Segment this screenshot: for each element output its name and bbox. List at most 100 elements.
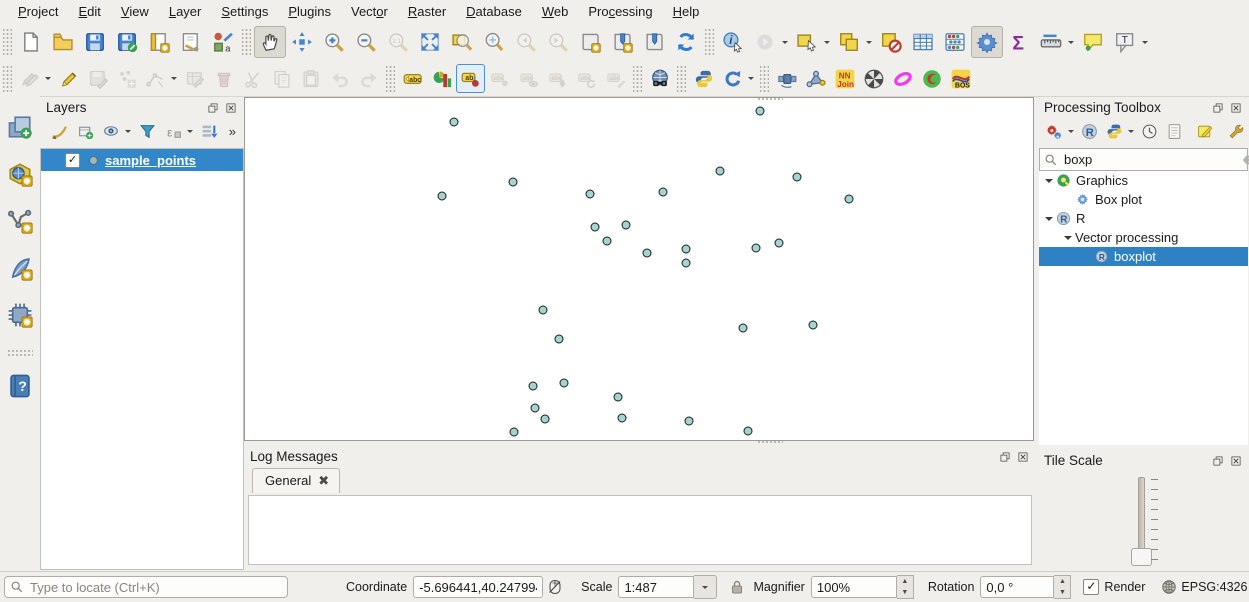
lock-scale-icon[interactable] bbox=[727, 577, 747, 597]
rotation-input[interactable] bbox=[980, 576, 1054, 598]
tree-item-boxplot[interactable]: Rboxplot bbox=[1039, 247, 1248, 266]
tree-item-r[interactable]: RR bbox=[1039, 209, 1248, 228]
current-edits-dropdown-arrow[interactable] bbox=[45, 77, 51, 83]
processing-toolbox-button[interactable] bbox=[971, 26, 1003, 58]
python-scripts-button[interactable] bbox=[1102, 119, 1127, 143]
python-console-button[interactable] bbox=[689, 64, 718, 93]
menu-settings[interactable]: Settings bbox=[211, 2, 278, 21]
menu-database[interactable]: Database bbox=[456, 2, 532, 21]
menu-raster[interactable]: Raster bbox=[398, 2, 456, 21]
pan-to-selection-button[interactable] bbox=[286, 26, 318, 58]
bos-plugin-button[interactable]: BOS bbox=[946, 64, 975, 93]
refresh-button[interactable] bbox=[670, 26, 702, 58]
zoom-out-button[interactable] bbox=[350, 26, 382, 58]
close-panel-icon[interactable] bbox=[1229, 454, 1243, 468]
concave-hull-button[interactable] bbox=[917, 64, 946, 93]
coordinate-input[interactable] bbox=[413, 576, 543, 598]
float-panel-icon[interactable] bbox=[1211, 101, 1225, 115]
expand-collapse-button[interactable] bbox=[196, 119, 222, 143]
edit-inplace-button[interactable] bbox=[1193, 119, 1218, 143]
layer-name[interactable]: sample_points bbox=[105, 153, 196, 168]
bookmark-panel-button[interactable] bbox=[638, 26, 670, 58]
layer-item-sample-points[interactable]: ✓ sample_points bbox=[41, 149, 243, 171]
manage-map-themes-dropdown-arrow[interactable] bbox=[125, 130, 131, 136]
topology-checker-button[interactable] bbox=[801, 64, 830, 93]
statistics-button[interactable]: Σ bbox=[1003, 26, 1035, 58]
text-annotation-button[interactable]: T bbox=[1109, 26, 1141, 58]
expand-arrow-icon[interactable] bbox=[1064, 236, 1072, 244]
processing-models-dropdown-arrow[interactable] bbox=[1068, 130, 1074, 136]
new-geopackage-layer-button[interactable] bbox=[3, 157, 37, 191]
r-provider-button[interactable]: R bbox=[1077, 119, 1102, 143]
tile-scale-slider-handle[interactable] bbox=[1131, 548, 1152, 566]
menu-layer[interactable]: Layer bbox=[159, 2, 212, 21]
toolbar-overflow-chevron[interactable]: » bbox=[229, 124, 240, 139]
ellipse-plugin-button[interactable] bbox=[888, 64, 917, 93]
magnifier-spinner[interactable]: ▲▼ bbox=[897, 575, 914, 599]
rose-diagram-button[interactable] bbox=[859, 64, 888, 93]
zoom-full-button[interactable] bbox=[414, 26, 446, 58]
menu-plugins[interactable]: Plugins bbox=[278, 2, 341, 21]
tab-general[interactable]: General ✖ bbox=[252, 468, 340, 493]
scale-dropdown-button[interactable] bbox=[694, 575, 717, 599]
layout-manager-button[interactable] bbox=[175, 26, 207, 58]
filter-expression-dropdown-arrow[interactable] bbox=[187, 130, 193, 136]
locator-input[interactable] bbox=[28, 579, 282, 596]
nn-join-button[interactable]: NNJoin bbox=[830, 64, 859, 93]
menu-web[interactable]: Web bbox=[532, 2, 579, 21]
measure-dropdown-arrow[interactable] bbox=[1068, 41, 1074, 47]
zoom-to-selection-button[interactable] bbox=[446, 26, 478, 58]
add-group-button[interactable] bbox=[72, 119, 98, 143]
menu-project[interactable]: Project bbox=[8, 2, 68, 21]
rotation-spinner[interactable]: ▲▼ bbox=[1054, 575, 1071, 599]
map-canvas[interactable] bbox=[244, 97, 1034, 441]
pin-labels-button[interactable]: ab bbox=[456, 64, 485, 93]
options-wrench-button[interactable] bbox=[1224, 119, 1249, 143]
close-panel-icon[interactable] bbox=[1016, 450, 1030, 464]
gps-tools-button[interactable] bbox=[772, 64, 801, 93]
zoom-in-button[interactable] bbox=[318, 26, 350, 58]
open-project-button[interactable] bbox=[47, 26, 79, 58]
plugin-reload-dropdown-arrow[interactable] bbox=[748, 77, 754, 83]
show-bookmarks-button[interactable] bbox=[606, 26, 638, 58]
style-manager-button[interactable]: a bbox=[207, 26, 239, 58]
save-project-as-button[interactable] bbox=[111, 26, 143, 58]
pan-map-button[interactable] bbox=[254, 26, 286, 58]
menu-help[interactable]: Help bbox=[663, 2, 710, 21]
float-panel-icon[interactable] bbox=[1211, 454, 1225, 468]
select-by-value-button[interactable] bbox=[833, 26, 865, 58]
new-project-button[interactable] bbox=[15, 26, 47, 58]
epsg-label[interactable]: EPSG:4326 bbox=[1181, 580, 1247, 594]
map-tips-button[interactable] bbox=[1077, 26, 1109, 58]
float-panel-icon[interactable] bbox=[206, 101, 220, 115]
plugin-reload-button[interactable] bbox=[718, 64, 747, 93]
menu-processing[interactable]: Processing bbox=[578, 2, 662, 21]
open-layer-styling-button[interactable] bbox=[46, 119, 72, 143]
scale-input[interactable] bbox=[618, 576, 694, 598]
filter-expression-button[interactable]: ε bbox=[160, 119, 186, 143]
new-scratch-layer-button[interactable] bbox=[3, 251, 37, 285]
python-scripts-dropdown-arrow[interactable] bbox=[1128, 130, 1134, 136]
menu-view[interactable]: View bbox=[111, 2, 159, 21]
metasearch-button[interactable] bbox=[645, 64, 674, 93]
close-panel-icon[interactable] bbox=[224, 101, 238, 115]
select-rectangle-button[interactable] bbox=[791, 26, 823, 58]
measure-button[interactable] bbox=[1035, 26, 1067, 58]
menu-edit[interactable]: Edit bbox=[68, 2, 110, 21]
layer-diagram-button[interactable] bbox=[427, 64, 456, 93]
splitter-handle[interactable] bbox=[757, 97, 783, 102]
attribute-table-button[interactable] bbox=[907, 26, 939, 58]
zoom-to-layer-button[interactable] bbox=[478, 26, 510, 58]
layer-visibility-checkbox[interactable]: ✓ bbox=[65, 153, 80, 168]
text-annotation-dropdown-arrow[interactable] bbox=[1142, 41, 1148, 47]
tree-item-vector-processing[interactable]: Vector processing bbox=[1039, 228, 1248, 247]
menu-vector[interactable]: Vector bbox=[341, 2, 398, 21]
tab-close-icon[interactable]: ✖ bbox=[318, 476, 329, 486]
new-print-layout-button[interactable] bbox=[143, 26, 175, 58]
select-by-value-dropdown-arrow[interactable] bbox=[866, 41, 872, 47]
float-panel-icon[interactable] bbox=[998, 450, 1012, 464]
deselect-all-button[interactable] bbox=[875, 26, 907, 58]
log-file-button[interactable] bbox=[1162, 119, 1187, 143]
new-bookmark-button[interactable] bbox=[574, 26, 606, 58]
new-virtual-layer-button[interactable] bbox=[3, 298, 37, 332]
